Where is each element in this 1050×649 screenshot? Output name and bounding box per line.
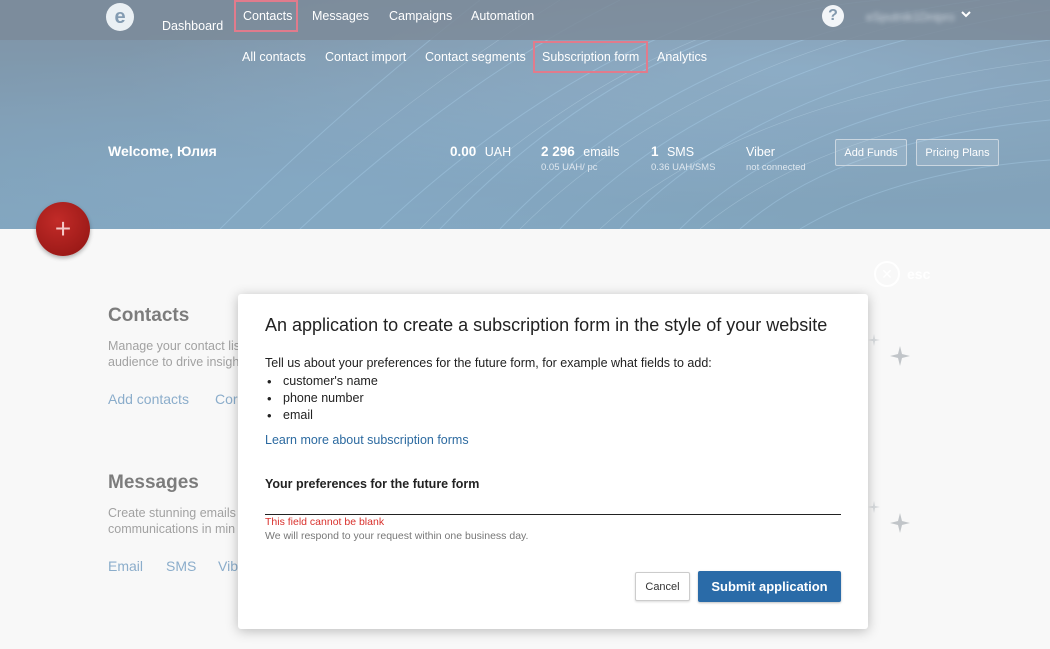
subscription-form-request-modal: An application to create a subscription … (238, 294, 868, 629)
modal-title: An application to create a subscription … (265, 315, 828, 335)
esc-label[interactable]: esc (907, 266, 930, 282)
list-item: email (265, 407, 378, 424)
close-modal-control[interactable]: ✕ esc (874, 261, 930, 287)
modal-intro: Tell us about your preferences for the f… (265, 356, 712, 370)
response-time-hint: We will respond to your request within o… (265, 530, 529, 542)
close-icon[interactable]: ✕ (874, 261, 900, 287)
field-suggestions-list: customer's name phone number email (265, 373, 378, 424)
submit-application-button[interactable]: Submit application (698, 571, 841, 602)
list-item: customer's name (265, 373, 378, 390)
cancel-button[interactable]: Cancel (635, 572, 690, 601)
learn-more-link[interactable]: Learn more about subscription forms (265, 433, 469, 447)
list-item: phone number (265, 390, 378, 407)
field-error-message: This field cannot be blank (265, 516, 385, 528)
create-plus-button[interactable]: + (36, 202, 90, 256)
preferences-label: Your preferences for the future form (265, 477, 480, 491)
preferences-input[interactable] (265, 494, 841, 515)
